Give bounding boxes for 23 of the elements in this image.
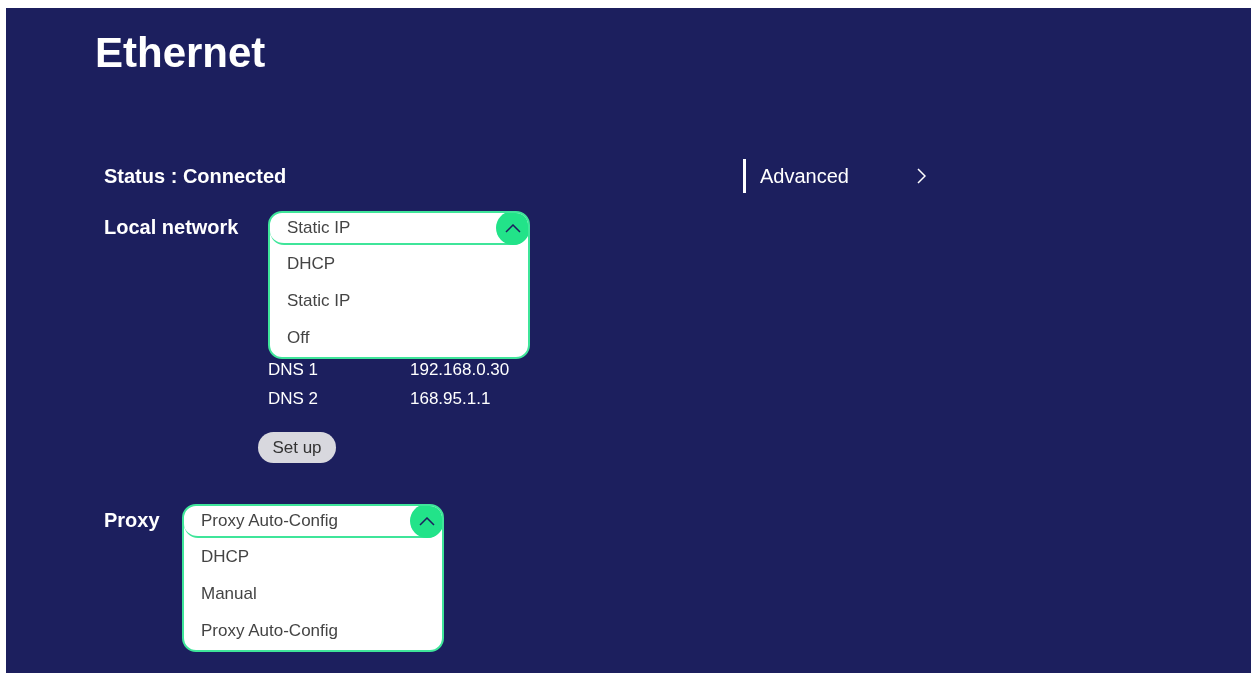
chevron-up-icon	[419, 516, 435, 526]
dropdown-option[interactable]: Static IP	[270, 282, 528, 319]
dropdown-value[interactable]: Static IP	[287, 218, 496, 238]
setup-button[interactable]: Set up	[258, 432, 336, 463]
field-label: Proxy	[104, 508, 161, 533]
dropdown-option[interactable]: Proxy Auto-Config	[184, 612, 442, 649]
field-label: Local network	[104, 215, 240, 240]
dropdown-option[interactable]: DHCP	[184, 538, 442, 575]
dropdown-option[interactable]: Off	[270, 319, 528, 356]
dropdown-option[interactable]: Manual	[184, 575, 442, 612]
detail-label: DNS 2	[268, 388, 320, 409]
detail-value: 168.95.1.1	[410, 388, 491, 409]
chevron-right-icon	[917, 168, 926, 184]
collapse-button[interactable]	[410, 506, 442, 538]
chevron-up-icon	[505, 223, 521, 233]
collapse-button[interactable]	[496, 213, 528, 245]
dropdown-option[interactable]: DHCP	[270, 245, 528, 282]
detail-value: 192.168.0.30	[410, 359, 510, 380]
page-title: Ethernet	[95, 28, 266, 78]
detail-label: DNS 1	[268, 359, 320, 380]
status-text: Status : Connected	[104, 164, 288, 188]
dropdown-value[interactable]: Proxy Auto-Config	[201, 511, 410, 531]
advanced-link[interactable]: Advanced	[743, 159, 930, 193]
